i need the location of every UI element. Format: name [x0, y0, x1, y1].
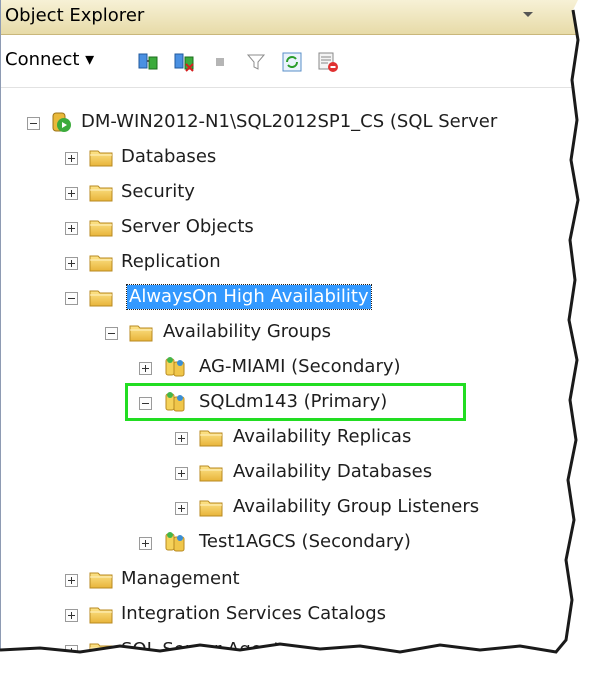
- torn-edge-decoration: [0, 0, 594, 677]
